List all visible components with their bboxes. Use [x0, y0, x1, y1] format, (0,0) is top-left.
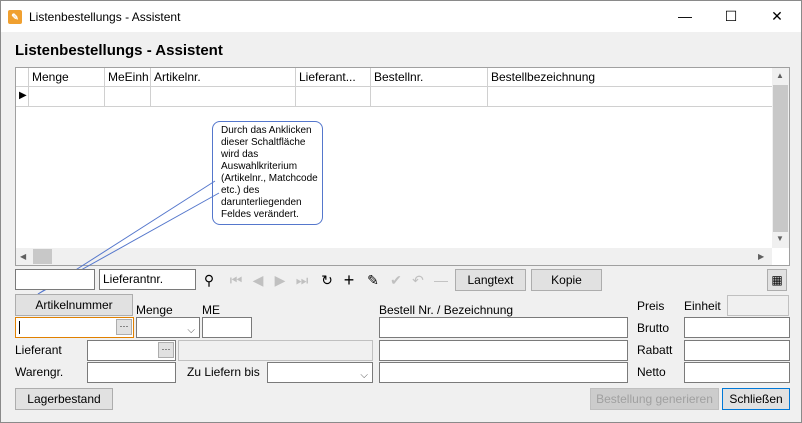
rabatt-field[interactable] — [684, 340, 790, 361]
me-field[interactable] — [202, 317, 252, 338]
zuliefern-date-select[interactable]: ⌵ — [267, 362, 373, 383]
first-record-icon[interactable]: ⏮ — [227, 271, 245, 289]
artikel-lookup-button[interactable]: ··· — [116, 319, 132, 335]
main-window: ✎ Listenbestellungs - Assistent — ☐ ✕ Li… — [0, 0, 802, 423]
menge-label: Menge — [136, 303, 173, 317]
chevron-down-icon: ⌵ — [187, 325, 195, 336]
delete-icon[interactable]: — — [432, 271, 450, 289]
artikelnummer-button[interactable]: Artikelnummer — [15, 294, 133, 316]
lieferant-label: Lieferant — [15, 343, 62, 357]
netto-field[interactable] — [684, 362, 790, 383]
bezeichnung-field[interactable] — [379, 340, 628, 361]
lieferant-lookup-button[interactable]: ··· — [158, 342, 174, 358]
search-input[interactable] — [15, 269, 95, 290]
einheit-field — [727, 295, 789, 316]
bestell-nr-field[interactable] — [379, 317, 628, 338]
undo-icon[interactable]: ↶ — [409, 271, 427, 289]
brutto-label: Brutto — [637, 321, 670, 335]
bezeichnung2-field[interactable] — [379, 362, 628, 383]
lieferant-name-field — [178, 340, 373, 361]
warengr-input[interactable] — [87, 362, 176, 383]
bestell-label: Bestell Nr. / Bezeichnung — [379, 303, 514, 317]
einheit-label: Einheit — [684, 299, 721, 313]
last-record-icon[interactable]: ⏭ — [293, 271, 311, 289]
calculator-icon[interactable]: ▦ — [767, 269, 787, 291]
preis-label: Preis — [637, 299, 665, 313]
warengr-label: Warengr. — [15, 365, 64, 379]
text-cursor — [19, 321, 20, 334]
kopie-button[interactable]: Kopie — [531, 269, 602, 291]
brutto-field[interactable] — [684, 317, 790, 338]
netto-label: Netto — [637, 365, 666, 379]
zuliefern-label: Zu Liefern bis — [187, 365, 260, 379]
langtext-button[interactable]: Langtext — [455, 269, 526, 291]
edit-icon[interactable]: ✎ — [364, 271, 382, 289]
add-icon[interactable]: + — [340, 271, 358, 289]
search-criterion-field[interactable]: Lieferantnr. — [99, 269, 196, 290]
prev-record-icon[interactable]: ◀ — [249, 271, 267, 289]
me-label: ME — [202, 303, 220, 317]
next-record-icon[interactable]: ▶ — [271, 271, 289, 289]
bestellung-generieren-button[interactable]: Bestellung generieren — [590, 388, 719, 410]
menge-select[interactable]: ⌵ — [136, 317, 200, 338]
chevron-down-icon: ⌵ — [360, 370, 368, 381]
refresh-icon[interactable]: ↻ — [318, 271, 336, 289]
lagerbestand-button[interactable]: Lagerbestand — [15, 388, 113, 410]
rabatt-label: Rabatt — [637, 343, 673, 357]
search-icon[interactable]: ⚲ — [200, 271, 218, 289]
schliessen-button[interactable]: Schließen — [722, 388, 790, 410]
confirm-icon[interactable]: ✔ — [387, 271, 405, 289]
